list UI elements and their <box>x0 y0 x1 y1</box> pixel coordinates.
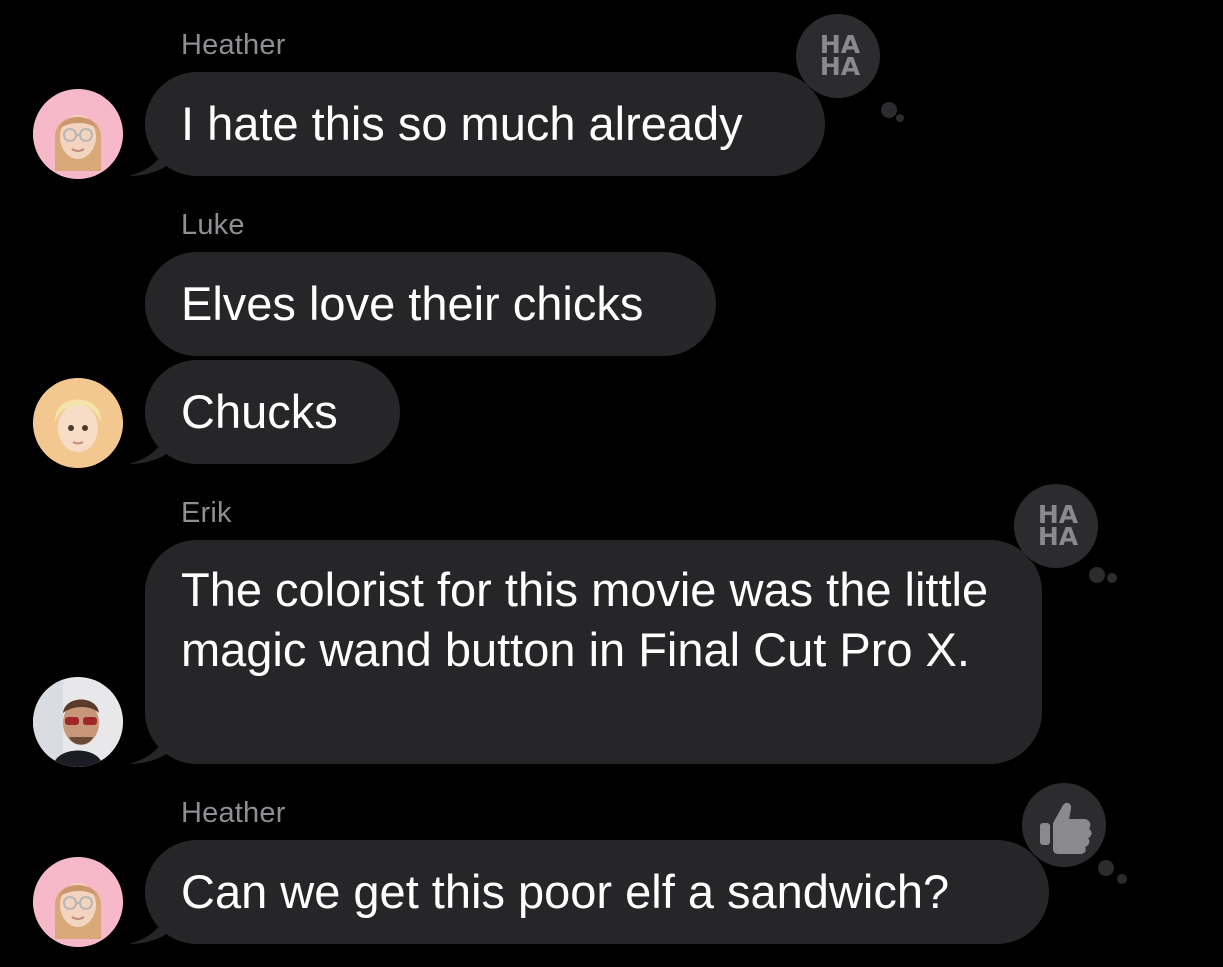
message-bubble[interactable]: Chucks <box>129 360 400 464</box>
bubble-tail <box>129 132 169 176</box>
haha-reaction[interactable]: HA HA <box>790 8 904 122</box>
message-bubble[interactable]: Can we get this poor elf a sandwich? <box>129 840 1049 944</box>
sender-name: Erik <box>181 497 232 529</box>
haha-reaction-label: HA HA <box>819 30 861 81</box>
bubble-tail <box>129 900 169 944</box>
sender-name: Heather <box>181 29 286 61</box>
thumbs-up-icon <box>1022 783 1127 884</box>
avatar-heather[interactable] <box>33 857 123 947</box>
avatar-luke[interactable] <box>33 378 123 468</box>
message-bubble[interactable]: The colorist for this movie was the litt… <box>129 540 1042 764</box>
bubble-tail <box>129 720 169 764</box>
avatar-heather[interactable] <box>33 89 123 179</box>
chat-transcript: Heather I hate this so much already HA HA… <box>0 0 1223 967</box>
memoji-icon <box>33 857 123 947</box>
message-text: I hate this so much already <box>181 97 743 150</box>
memoji-icon <box>33 378 123 468</box>
message-text: Chucks <box>181 385 338 438</box>
haha-reaction-label: HA HA <box>1037 500 1079 551</box>
message-text: Elves love their chicks <box>181 277 644 330</box>
haha-reaction[interactable]: HA HA <box>1008 478 1117 588</box>
sender-name: Luke <box>181 209 245 241</box>
bubble-tail <box>129 420 169 464</box>
memoji-icon <box>33 89 123 179</box>
thumbs-up-reaction[interactable] <box>1014 775 1127 885</box>
message-bubble[interactable]: Elves love their chicks <box>145 252 716 356</box>
message-bubble[interactable]: I hate this so much already <box>129 72 825 176</box>
avatar-erik[interactable] <box>33 677 123 767</box>
sender-name: Heather <box>181 797 286 829</box>
profile-photo-icon <box>33 677 123 767</box>
message-text: Can we get this poor elf a sandwich? <box>181 865 950 918</box>
message-text: The colorist for this movie was the litt… <box>181 563 989 676</box>
